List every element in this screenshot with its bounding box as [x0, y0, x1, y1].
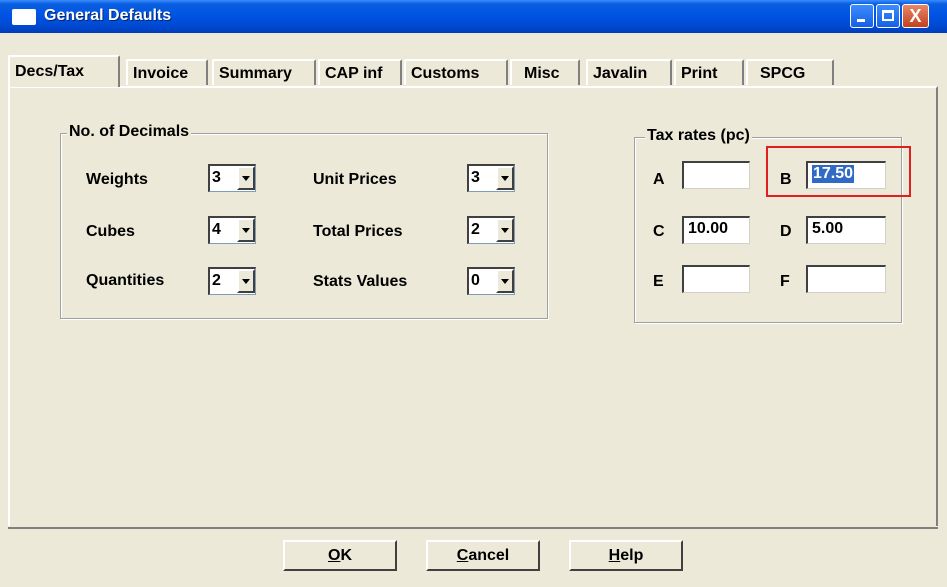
weights-dropdown-button[interactable] — [237, 166, 255, 190]
cancel-label-rest: ancel — [468, 547, 510, 564]
help-button[interactable]: Help — [569, 540, 683, 571]
tax-d-label: D — [780, 223, 792, 240]
stats-values-value: 0 — [471, 272, 480, 289]
cancel-mnemonic: C — [456, 547, 469, 564]
tax-a-label: A — [653, 171, 665, 188]
tax-d-input[interactable]: 5.00 — [806, 216, 886, 244]
minimize-button[interactable] — [850, 4, 874, 28]
help-label-rest: elp — [620, 547, 644, 564]
tab-customs[interactable]: Customs — [404, 59, 508, 85]
tab-misc[interactable]: Misc — [510, 59, 580, 85]
quantities-dropdown[interactable]: 2 — [208, 267, 256, 295]
help-mnemonic: H — [608, 547, 621, 564]
chevron-down-icon — [242, 279, 250, 284]
button-bar-separator — [8, 527, 938, 529]
maximize-button[interactable] — [876, 4, 900, 28]
cubes-dropdown[interactable]: 4 — [208, 216, 256, 244]
general-defaults-window: General Defaults X Decs/Tax Invoice Summ… — [0, 0, 947, 587]
tab-javalin[interactable]: Javalin — [586, 59, 672, 85]
chevron-down-icon — [242, 176, 250, 181]
window-title: General Defaults — [44, 7, 172, 24]
maximize-icon — [882, 10, 894, 21]
minimize-icon — [857, 19, 865, 22]
chevron-down-icon — [501, 228, 509, 233]
highlight-box — [766, 146, 911, 197]
weights-label: Weights — [86, 171, 148, 188]
decimals-legend: No. of Decimals — [67, 123, 192, 141]
weights-value: 3 — [212, 169, 221, 186]
chevron-down-icon — [501, 279, 509, 284]
quantities-value: 2 — [212, 272, 221, 289]
tax-c-value: 10.00 — [688, 220, 729, 237]
tax-d-value: 5.00 — [812, 220, 844, 237]
total-prices-value: 2 — [471, 221, 480, 238]
stats-values-dropdown[interactable]: 0 — [467, 267, 515, 295]
unit-prices-dropdown-button[interactable] — [496, 166, 514, 190]
tab-invoice[interactable]: Invoice — [126, 59, 208, 85]
tax-rates-legend: Tax rates (pc) — [645, 127, 752, 145]
ok-label-rest: K — [340, 547, 352, 564]
cancel-button[interactable]: Cancel — [426, 540, 540, 571]
quantities-dropdown-button[interactable] — [237, 269, 255, 293]
chevron-down-icon — [242, 228, 250, 233]
total-prices-dropdown-button[interactable] — [496, 218, 514, 242]
chevron-down-icon — [501, 176, 509, 181]
tab-decs-tax[interactable]: Decs/Tax — [8, 55, 120, 87]
total-prices-dropdown[interactable]: 2 — [467, 216, 515, 244]
title-bar[interactable]: General Defaults X — [0, 0, 947, 33]
close-icon: X — [909, 6, 922, 26]
stats-values-dropdown-button[interactable] — [496, 269, 514, 293]
unit-prices-dropdown[interactable]: 3 — [467, 164, 515, 192]
tax-e-label: E — [653, 273, 664, 290]
weights-dropdown[interactable]: 3 — [208, 164, 256, 192]
tax-f-input[interactable] — [806, 265, 886, 293]
close-button[interactable]: X — [902, 4, 929, 28]
unit-prices-label: Unit Prices — [313, 171, 397, 188]
tax-a-input[interactable] — [682, 161, 750, 189]
cubes-dropdown-button[interactable] — [237, 218, 255, 242]
tax-c-label: C — [653, 223, 665, 240]
cubes-label: Cubes — [86, 223, 135, 240]
ok-button[interactable]: OK — [283, 540, 397, 571]
tax-f-label: F — [780, 273, 790, 290]
stats-values-label: Stats Values — [313, 273, 408, 290]
window-icon — [12, 9, 36, 25]
tax-e-input[interactable] — [682, 265, 750, 293]
total-prices-label: Total Prices — [313, 223, 403, 240]
tax-c-input[interactable]: 10.00 — [682, 216, 750, 244]
unit-prices-value: 3 — [471, 169, 480, 186]
tab-spcg[interactable]: SPCG — [746, 59, 834, 85]
tab-cap-inf[interactable]: CAP inf — [318, 59, 402, 85]
cubes-value: 4 — [212, 221, 221, 238]
ok-mnemonic: O — [327, 547, 341, 564]
tab-print[interactable]: Print — [674, 59, 744, 85]
tab-summary[interactable]: Summary — [212, 59, 316, 85]
quantities-label: Quantities — [86, 272, 165, 289]
